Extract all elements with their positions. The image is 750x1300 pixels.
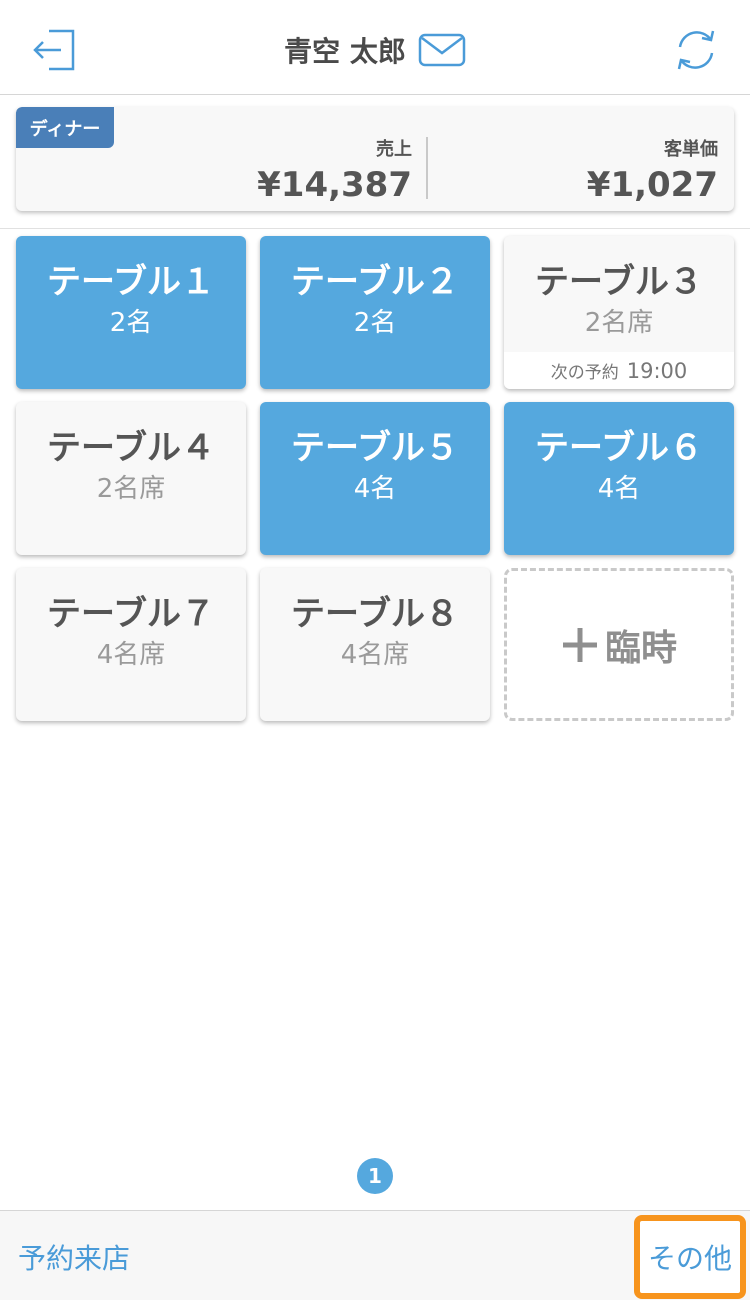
footer-bar: 予約来店 その他: [0, 1210, 750, 1300]
table-guests: 2名: [353, 308, 397, 338]
refresh-button[interactable]: [668, 22, 724, 78]
table-card[interactable]: テーブル７ 4名席: [16, 568, 246, 721]
table-guests: 4名: [353, 474, 397, 504]
meal-period-badge: ディナー: [16, 107, 114, 148]
per-customer-stat: 客単価 ¥1,027: [587, 135, 718, 205]
table-card[interactable]: テーブル１ 2名: [16, 236, 246, 389]
table-seats: 2名席: [96, 474, 166, 504]
plus-icon: [562, 627, 597, 662]
user-name: 青空 太郎: [284, 35, 406, 68]
table-guests: 4名: [597, 474, 641, 504]
other-menu-highlight[interactable]: その他: [634, 1215, 746, 1299]
table-seats: 2名席: [584, 308, 654, 338]
per-customer-value: ¥1,027: [586, 165, 718, 205]
next-reservation-time: 19:00: [626, 358, 688, 383]
mail-icon[interactable]: [418, 33, 466, 67]
table-name: テーブル５: [291, 428, 459, 468]
refresh-icon: [677, 30, 715, 70]
table-name: テーブル７: [47, 594, 215, 634]
table-card[interactable]: テーブル４ 2名席: [16, 402, 246, 555]
sales-label: 売上: [376, 139, 412, 160]
reservation-checkin-link[interactable]: 予約来店: [18, 1237, 130, 1277]
table-name: テーブル２: [291, 262, 459, 302]
table-card[interactable]: テーブル５ 4名: [260, 402, 490, 555]
sales-value: ¥14,387: [257, 165, 412, 205]
table-name: テーブル６: [535, 428, 703, 468]
add-temporary-table-button[interactable]: 臨時: [504, 568, 734, 721]
table-card[interactable]: テーブル２ 2名: [260, 236, 490, 389]
table-guests: 2名: [109, 308, 153, 338]
table-name: テーブル１: [47, 262, 215, 302]
app-header: 青空 太郎: [0, 0, 750, 95]
per-customer-label: 客単価: [664, 139, 718, 160]
table-name: テーブル３: [535, 262, 703, 302]
table-seats: 4名席: [96, 640, 166, 670]
table-name: テーブル４: [47, 428, 215, 468]
table-seats: 4名席: [340, 640, 410, 670]
table-card[interactable]: テーブル６ 4名: [504, 402, 734, 555]
table-card[interactable]: テーブル８ 4名席: [260, 568, 490, 721]
page-indicator[interactable]: 1: [357, 1158, 393, 1194]
sales-summary-card: ディナー 売上 ¥14,387 客単価 ¥1,027: [16, 107, 734, 211]
table-name: テーブル８: [291, 594, 459, 634]
stat-divider: [426, 137, 428, 199]
title-area: 青空 太郎: [0, 28, 750, 72]
divider: [0, 228, 750, 229]
next-reservation-label: 次の予約: [550, 363, 619, 383]
next-reservation: 次の予約 19:00: [504, 352, 734, 389]
table-card[interactable]: テーブル３ 2名席 次の予約 19:00: [504, 236, 734, 389]
other-menu-link[interactable]: その他: [648, 1237, 732, 1277]
sales-stat: 売上 ¥14,387: [257, 135, 412, 205]
temporary-label: 臨時: [604, 627, 677, 669]
